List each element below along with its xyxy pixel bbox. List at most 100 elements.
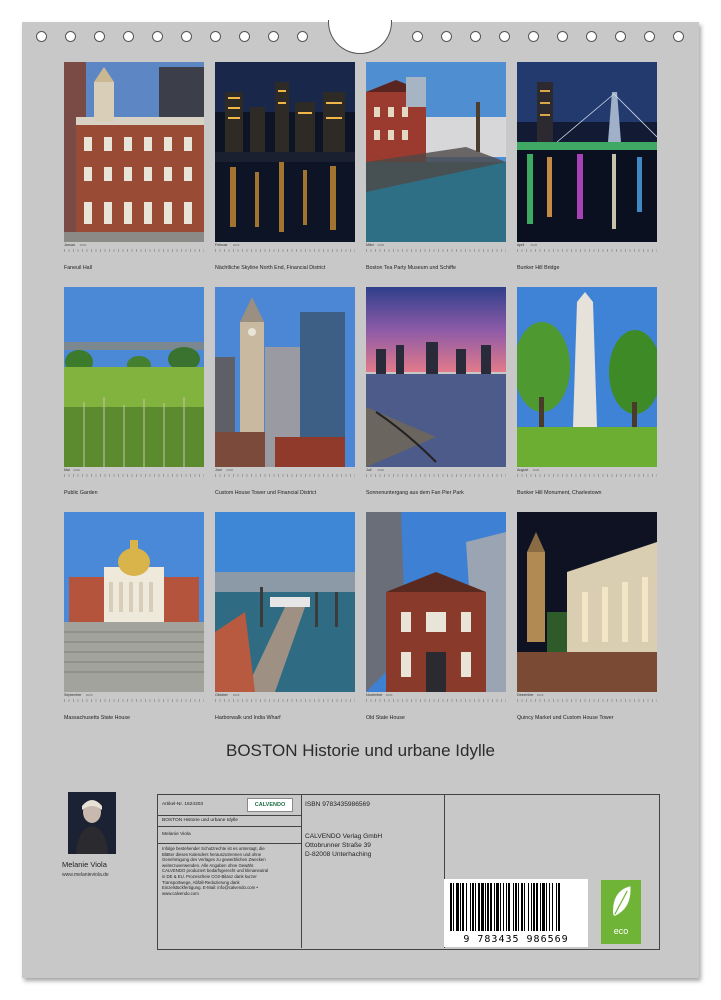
binding-hole bbox=[528, 31, 539, 42]
barcode-bar bbox=[496, 883, 499, 931]
binding-hole bbox=[268, 31, 279, 42]
month-year: 2026 bbox=[377, 243, 385, 247]
barcode-bar bbox=[453, 883, 454, 931]
binding-hole bbox=[210, 31, 221, 42]
barcode-bar bbox=[540, 883, 541, 931]
article-number: Artikel-Nr. 1824303 bbox=[162, 802, 204, 807]
binding-hole bbox=[412, 31, 423, 42]
calendar-title: BOSTON Historie und urbane Idylle bbox=[226, 741, 495, 760]
binding-hole bbox=[297, 31, 308, 42]
photo-custom-house-tower bbox=[215, 287, 355, 467]
day-grid bbox=[64, 249, 204, 252]
month-grid: September 2026 bbox=[64, 693, 204, 702]
barcode-bar bbox=[558, 883, 560, 931]
month-name: Dezember bbox=[517, 693, 534, 697]
month-name: November bbox=[366, 693, 383, 697]
photo-tea-party-museum bbox=[366, 62, 506, 242]
barcode-bar bbox=[536, 883, 538, 931]
photo-caption: Bunker Hill Bridge bbox=[517, 265, 560, 271]
barcode-bar bbox=[490, 883, 492, 931]
month-name: Juli bbox=[366, 468, 372, 472]
barcode-bar bbox=[460, 883, 461, 931]
photo-caption: Bunker Hill Monument, Charlestown bbox=[517, 490, 602, 496]
month-name: Oktober bbox=[215, 693, 228, 697]
month-name: Mai bbox=[64, 468, 70, 472]
photo-bunker-hill-bridge bbox=[517, 62, 657, 242]
month-grid: Oktober 2026 bbox=[215, 693, 355, 702]
photo-skyline-north-end bbox=[215, 62, 355, 242]
photo-caption: Massachusetts State House bbox=[64, 715, 130, 721]
month-year: 2026 bbox=[85, 693, 93, 697]
binding-hole bbox=[181, 31, 192, 42]
barcode-bars bbox=[450, 883, 582, 931]
leaf-icon bbox=[613, 886, 631, 916]
photo-caption: Public Garden bbox=[64, 490, 98, 496]
barcode: 9 783435 986569 bbox=[444, 879, 588, 947]
barcode-bar bbox=[506, 883, 507, 931]
month-year: 2026 bbox=[536, 693, 544, 697]
barcode-bar bbox=[481, 883, 484, 931]
day-grid bbox=[215, 699, 355, 702]
month-grid: Dezember 2026 bbox=[517, 693, 657, 702]
month-grid: Januar 2026 bbox=[64, 243, 204, 252]
publisher-city: D-82008 Unterhaching bbox=[305, 851, 372, 858]
binding-hole bbox=[470, 31, 481, 42]
barcode-bar bbox=[524, 883, 525, 931]
month-year: 2026 bbox=[73, 468, 80, 472]
barcode-bar bbox=[450, 883, 452, 931]
isbn: ISBN 9783435986569 bbox=[305, 801, 370, 808]
binding-hole bbox=[94, 31, 105, 42]
month-name: August bbox=[517, 468, 529, 472]
barcode-bar bbox=[508, 883, 510, 931]
month-name: September bbox=[64, 693, 82, 697]
hanger-notch bbox=[328, 20, 392, 54]
barcode-bar bbox=[485, 883, 486, 931]
binding-hole bbox=[441, 31, 452, 42]
day-grid bbox=[215, 249, 355, 252]
photo-caption: Custom House Tower und Financial Distric… bbox=[215, 490, 317, 496]
author-website: www.melanieviola.de bbox=[62, 872, 109, 878]
legal-notice: Infolge bestehender Schutzrechte ist es … bbox=[162, 846, 269, 896]
barcode-bar bbox=[542, 883, 545, 931]
barcode-bar bbox=[470, 883, 471, 931]
month-name: Februar bbox=[215, 243, 228, 247]
day-grid bbox=[64, 474, 204, 477]
barcode-bar bbox=[466, 883, 467, 931]
photo-old-state-house bbox=[366, 512, 506, 692]
publisher-name: CALVENDO Verlag GmbH bbox=[305, 833, 383, 840]
barcode-bar bbox=[556, 883, 557, 931]
binding-hole bbox=[586, 31, 597, 42]
photo-harborwalk-india-wharf bbox=[215, 512, 355, 692]
photo-caption: Old State House bbox=[366, 715, 405, 721]
month-grid: April 2026 bbox=[517, 243, 657, 252]
photo-caption: Boston Tea Party Museum und Schiffe bbox=[366, 265, 456, 271]
photo-caption: Quincy Market und Custom House Tower bbox=[517, 715, 614, 721]
month-grid: August 2026 bbox=[517, 468, 657, 477]
barcode-bar bbox=[462, 883, 464, 931]
barcode-bar bbox=[456, 883, 459, 931]
month-grid: Juni 2026 bbox=[215, 468, 355, 477]
photo-bunker-hill-monument bbox=[517, 287, 657, 467]
photo-quincy-market bbox=[517, 512, 657, 692]
month-grid: Februar 2026 bbox=[215, 243, 355, 252]
photo-public-garden bbox=[64, 287, 204, 467]
barcode-bar bbox=[552, 883, 553, 931]
photo-fan-pier-sunset bbox=[366, 287, 506, 467]
author-name: Melanie Viola bbox=[62, 860, 107, 869]
photo-faneuil-hall bbox=[64, 62, 204, 242]
binding-hole bbox=[615, 31, 626, 42]
photo-caption: Nächtliche Skyline North End, Financial … bbox=[215, 265, 326, 271]
barcode-bar bbox=[475, 883, 476, 931]
month-year: 2026 bbox=[232, 693, 240, 697]
author-photo bbox=[68, 792, 116, 854]
info-column-middle: ISBN 9783435986569 CALVENDO Verlag GmbH … bbox=[301, 795, 445, 948]
barcode-bar bbox=[503, 883, 504, 931]
barcode-bar bbox=[528, 883, 529, 931]
month-year: 2026 bbox=[226, 468, 234, 472]
barcode-number: 9 783435 986569 bbox=[463, 934, 569, 945]
binding-hole bbox=[644, 31, 655, 42]
month-year: 2026 bbox=[530, 243, 538, 247]
day-grid bbox=[366, 699, 506, 702]
month-year: 2026 bbox=[232, 243, 240, 247]
month-name: Januar bbox=[64, 243, 75, 247]
